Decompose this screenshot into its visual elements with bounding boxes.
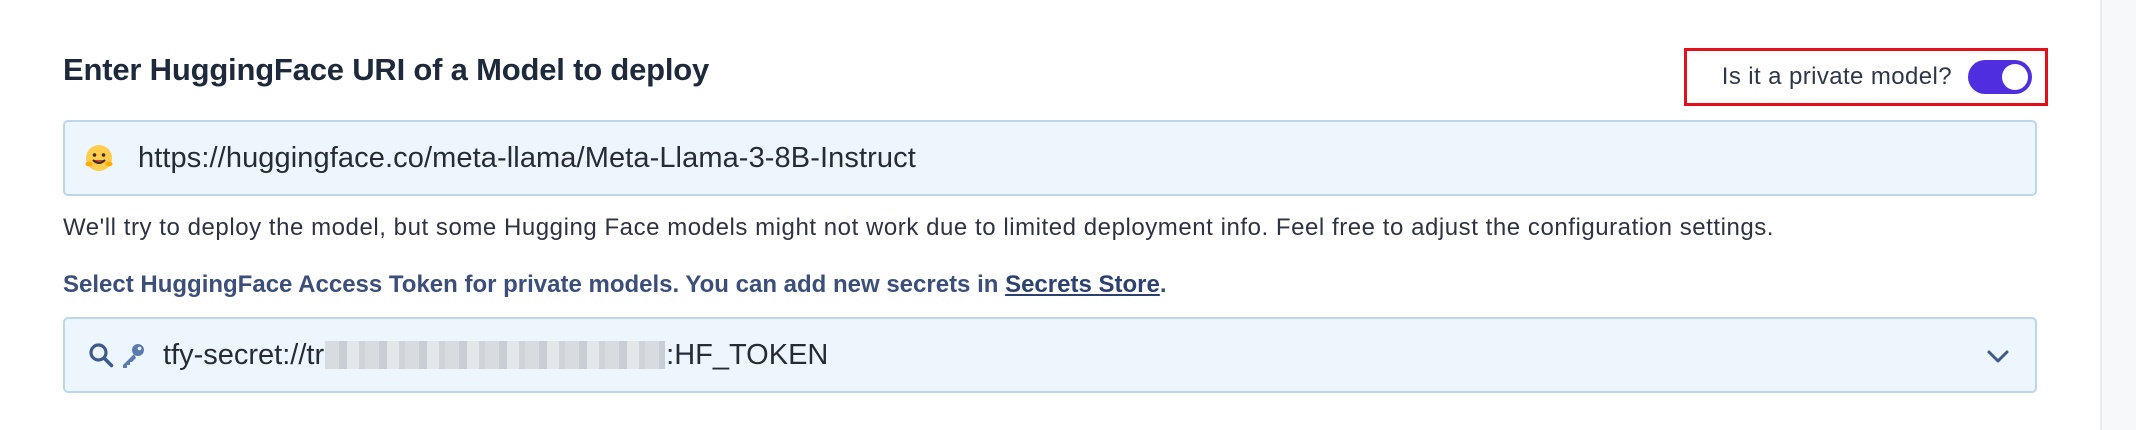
uri-value: https://huggingface.co/meta-llama/Meta-L… (138, 141, 916, 174)
private-model-highlight: Is it a private model? (1684, 48, 2048, 106)
token-help-text: Select HuggingFace Access Token for priv… (63, 271, 1167, 299)
token-help-label: Select HuggingFace Access Token for priv… (63, 271, 1006, 298)
secret-select[interactable]: tfy-secret://tr :HF_TOKEN (63, 317, 2037, 393)
huggingface-uri-input[interactable]: https://huggingface.co/meta-llama/Meta-L… (63, 120, 2037, 196)
private-model-toggle[interactable] (1968, 60, 2032, 94)
redacted-secret-blur (325, 341, 666, 369)
search-icon (87, 341, 115, 369)
secret-value: tfy-secret://tr :HF_TOKEN (163, 339, 828, 372)
secret-prefix: tfy-secret://tr (163, 338, 325, 371)
token-help-suffix: . (1159, 271, 1167, 298)
secret-suffix: :HF_TOKEN (666, 338, 829, 371)
toggle-knob (2002, 64, 2028, 90)
key-icon (119, 341, 147, 369)
right-panel-edge (2100, 0, 2136, 430)
chevron-down-icon[interactable] (1983, 341, 2013, 371)
hugging-face-icon (84, 143, 114, 173)
section-title: Enter HuggingFace URI of a Model to depl… (63, 52, 710, 87)
secrets-store-link[interactable]: Secrets Store (1005, 271, 1160, 298)
private-model-label: Is it a private model? (1721, 63, 1952, 90)
deploy-info-text: We'll try to deploy the model, but some … (63, 214, 1775, 241)
